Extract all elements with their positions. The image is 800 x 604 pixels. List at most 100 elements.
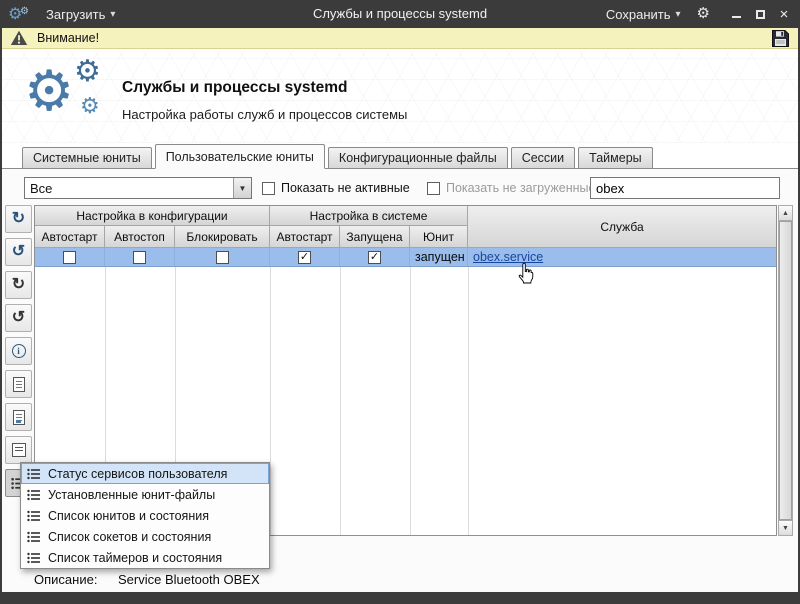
refresh-button[interactable]: ↻ [5,205,32,233]
app-gears-icon: ⚙ ⚙ [8,3,32,25]
info-button[interactable]: i [5,337,32,365]
undo-icon: ↺ [11,309,26,326]
column-header-running-system[interactable]: Запущена [340,226,410,248]
chevron-down-icon: ▾ [110,8,116,20]
gear-icon-medium: ⚙ [74,55,101,88]
gear-icon-large: ⚙ [24,59,75,122]
search-input[interactable] [590,177,780,199]
menu-item-sockets-and-states[interactable]: Список сокетов и состояния [21,526,269,547]
menu-item-label: Список юнитов и состояния [48,508,209,523]
minimize-button[interactable] [726,3,746,25]
column-header-autostart-config[interactable]: Автостарт [35,226,105,248]
show-inactive-checkbox[interactable] [262,182,275,195]
autostop-config-checkbox[interactable] [133,250,146,264]
grid-line [340,267,341,535]
page-subtitle: Настройка работы служб и процессов систе… [122,107,408,122]
menu-item-installed-unit-files[interactable]: Установленные юнит-файлы [21,484,269,505]
reload-icon: ↺ [11,243,26,260]
maximize-button[interactable] [750,3,770,25]
group-header-system: Настройка в системе [270,206,468,226]
list-icon [27,468,40,479]
maximize-icon [755,9,765,19]
load-menu-label: Загрузить [46,6,106,22]
filter-select[interactable]: Все ▼ [24,177,252,199]
warning-bar: Внимание! [2,28,798,49]
dropdown-arrow-icon[interactable]: ▼ [233,178,251,198]
save-menu-label: Сохранить [605,6,671,22]
app-window: ⚙ ⚙ Загрузить ▾ Службы и процессы system… [0,0,800,604]
redo-icon: ↻ [11,276,26,293]
block-config-checkbox[interactable] [215,250,229,264]
menu-item-label: Статус сервисов пользователя [48,466,228,481]
autostart-system-checkbox[interactable]: ✓ [298,250,311,264]
window-title: Службы и процессы systemd [312,6,488,21]
list-icon [27,489,40,500]
tab-user-units[interactable]: Пользовательские юниты [154,144,325,169]
gear-icon-small: ⚙ [80,93,100,118]
tab-system-units[interactable]: Системные юниты [22,147,152,168]
menu-item-user-services-status[interactable]: Статус сервисов пользователя [21,463,269,484]
list-box-icon [11,443,26,457]
column-header-block-config[interactable]: Блокировать [175,226,270,248]
window-controls: × [726,3,794,25]
description-value: Service Bluetooth OBEX [118,572,260,587]
scrollbar-thumb[interactable] [779,221,792,520]
table-row[interactable]: ✓ ✓ запущен obex.service [35,248,776,267]
journal-button[interactable] [5,370,32,398]
tab-config-files[interactable]: Конфигурационные файлы [327,147,508,168]
save-file-button[interactable] [771,29,790,48]
refresh-icon: ↻ [11,210,26,227]
scroll-down-button[interactable]: ▼ [779,520,792,535]
vertical-scrollbar[interactable]: ▲ ▼ [778,205,793,536]
filter-select-value: Все [30,180,53,196]
menu-item-timers-and-states[interactable]: Список таймеров и состояния [21,547,269,568]
show-unloaded-checkbox[interactable] [427,182,440,195]
undo-button[interactable]: ↺ [5,304,32,332]
warning-icon [10,30,28,45]
grid-line [410,267,411,535]
service-link[interactable]: obex.service [473,250,543,264]
unit-list-button[interactable] [5,436,32,464]
document-notes-icon [12,409,25,425]
status-context-menu: Статус сервисов пользователя Установленн… [20,462,270,569]
page-title: Службы и процессы systemd [122,79,348,96]
tab-panel-user-units: Все ▼ Показать не активные Показать не з… [2,169,798,592]
grid-line [468,267,469,535]
description-label: Описание: [34,572,98,587]
list-icon [27,552,40,563]
warning-text: Внимание! [37,31,100,45]
column-header-unit[interactable]: Юнит [410,226,468,248]
group-header-config: Настройка в конфигурации [35,206,270,226]
menu-item-label: Установленные юнит-файлы [48,487,216,502]
tab-bar: Системные юниты Пользовательские юниты К… [2,143,798,169]
show-unloaded-label: Показать не загруженные [446,181,596,195]
tab-timers[interactable]: Таймеры [578,147,653,168]
redo-button[interactable]: ↻ [5,271,32,299]
list-icon [27,510,40,521]
minimize-icon [731,16,741,18]
info-icon: i [11,344,26,358]
menu-item-units-and-states[interactable]: Список юнитов и состояния [21,505,269,526]
column-header-autostop-config[interactable]: Автостоп [105,226,175,248]
module-gears-logo: ⚙ ⚙ ⚙ [24,57,120,137]
show-inactive-label: Показать не активные [281,181,410,195]
close-button[interactable]: × [774,3,794,25]
running-system-checkbox[interactable]: ✓ [368,250,381,264]
menu-item-label: Список сокетов и состояния [48,529,212,544]
log-file-button[interactable] [5,403,32,431]
save-menu-button[interactable]: Сохранить ▾ [600,3,687,26]
load-menu-button[interactable]: Загрузить ▾ [40,3,121,26]
gear-icon-small: ⚙ [20,6,29,17]
settings-gear-button[interactable]: ⚙ [697,0,710,28]
document-icon [12,376,25,392]
grid-line [270,267,271,535]
chevron-down-icon: ▾ [675,8,681,20]
column-header-autostart-system[interactable]: Автостарт [270,226,340,248]
save-diskette-icon [772,29,789,47]
column-header-service[interactable]: Служба [468,206,776,248]
autostart-config-checkbox[interactable] [63,250,76,264]
unit-state-cell: запущен [410,248,468,266]
reload-button[interactable]: ↺ [5,238,32,266]
tab-sessions[interactable]: Сессии [510,147,576,168]
scroll-up-button[interactable]: ▲ [779,206,792,221]
